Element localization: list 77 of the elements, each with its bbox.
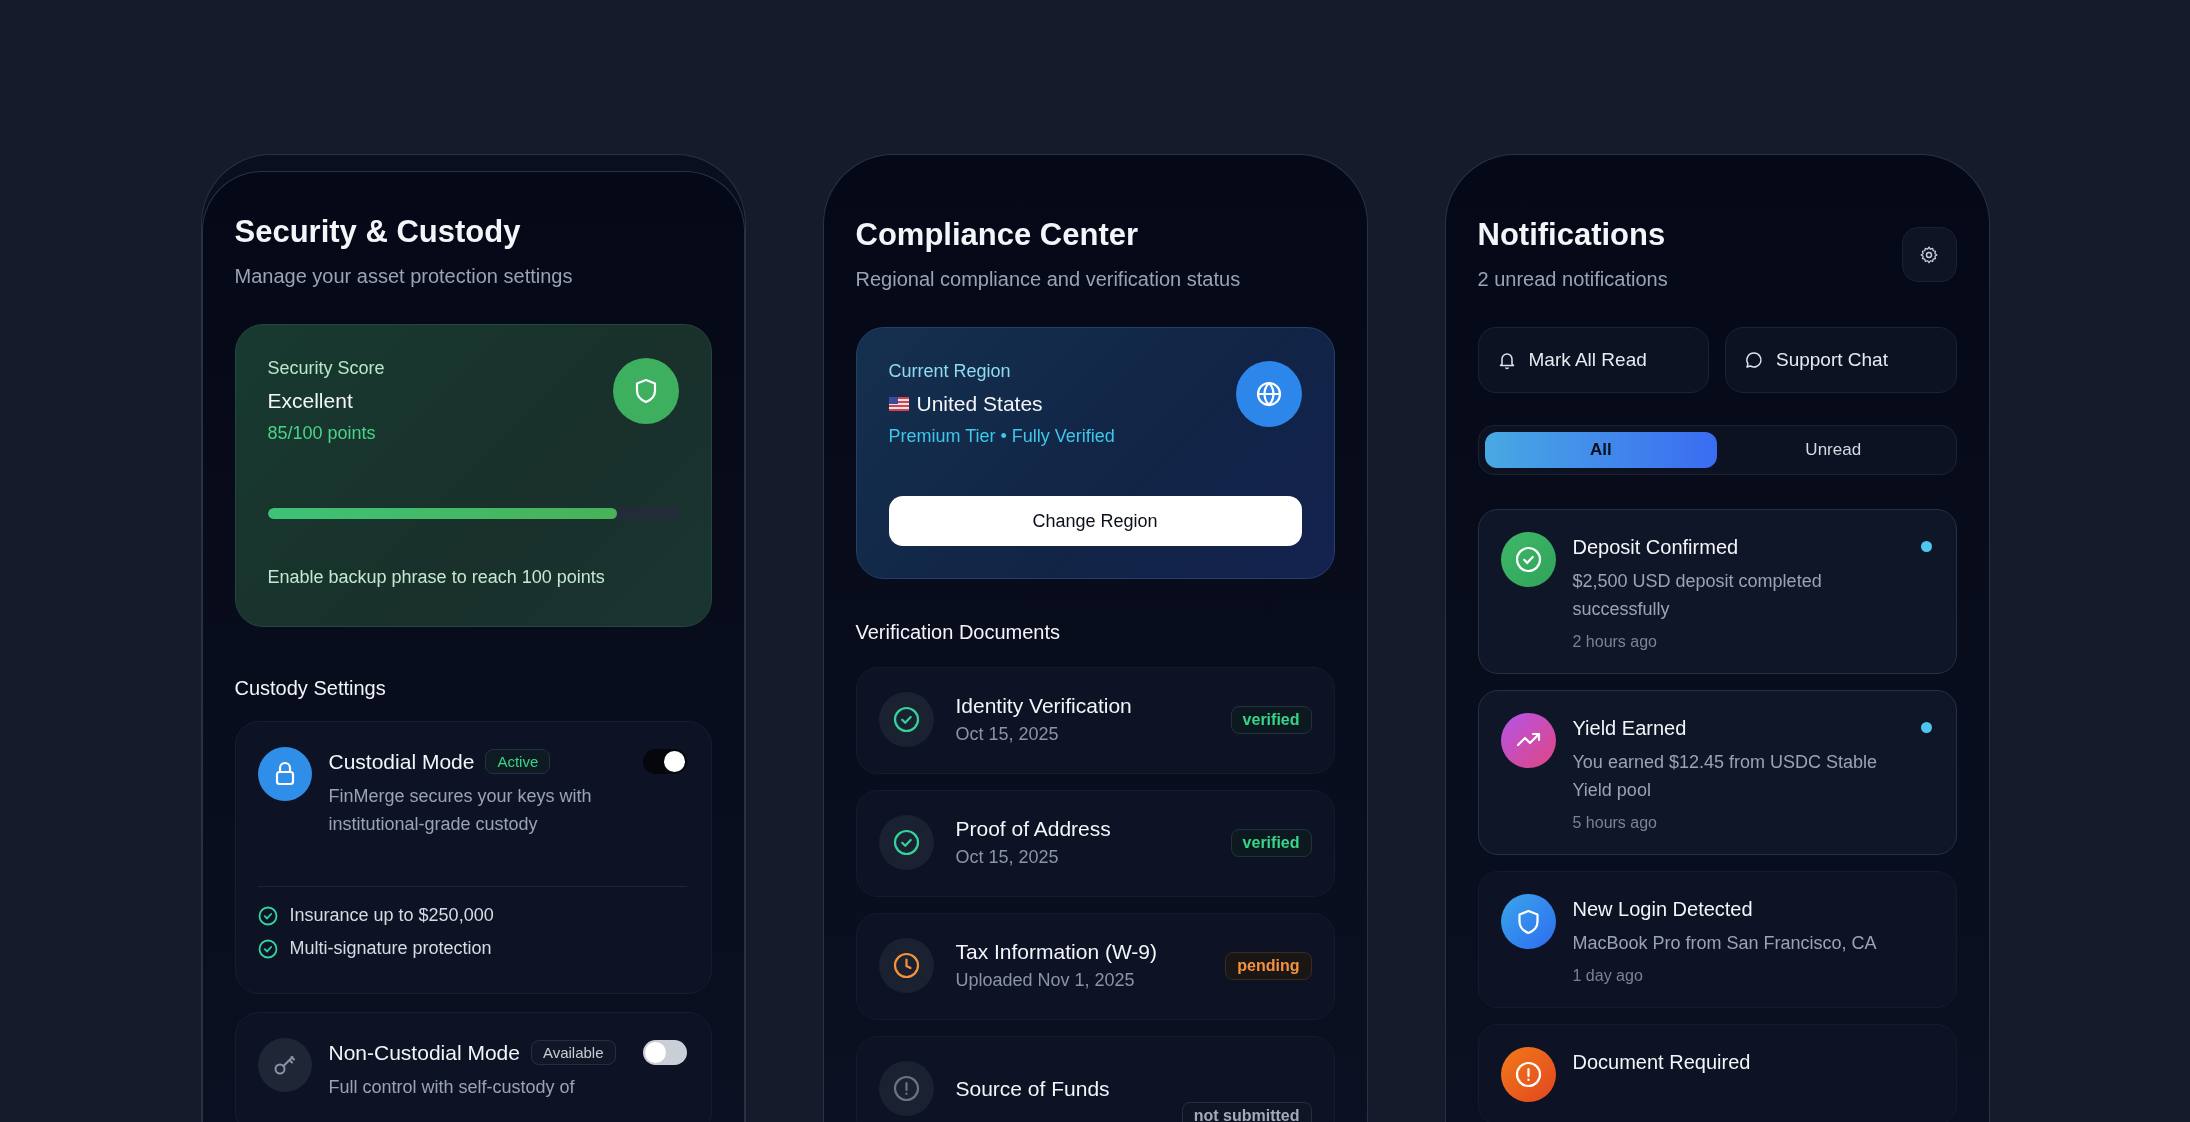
document-row[interactable]: Source of Funds not submitted (855, 1036, 1335, 1122)
toggle-switch[interactable] (642, 749, 687, 774)
chat-icon (1744, 350, 1764, 370)
shield-icon (1500, 894, 1556, 949)
document-row[interactable]: Proof of Address Oct 15, 2025 verified (855, 790, 1335, 897)
status-badge: Active (485, 749, 551, 774)
clock-icon (878, 938, 934, 993)
mode-description: Full control with self-custody of (328, 1076, 576, 1099)
change-region-button[interactable]: Change Region (888, 496, 1302, 546)
notification-title: Document Required (1572, 1051, 1752, 1074)
settings-icon (1919, 244, 1939, 265)
score-points: 85/100 points (267, 423, 377, 444)
panel-title: Security & Custody (234, 213, 522, 251)
panel-title: Notifications (1477, 216, 1667, 254)
document-date: Oct 15, 2025 (955, 724, 1060, 745)
status-badge: verified (1230, 705, 1312, 734)
status-badge: verified (1230, 828, 1312, 857)
document-row[interactable]: Tax Information (W-9) Uploaded Nov 1, 2025 pending (855, 913, 1335, 1020)
document-row[interactable]: Identity Verification Oct 15, 2025 verified (855, 667, 1335, 774)
check-circle-icon (257, 938, 278, 959)
section-heading: Custody Settings (234, 676, 387, 701)
notification-title: Yield Earned (1572, 717, 1688, 740)
document-name: Source of Funds (955, 1076, 1111, 1101)
document-name: Proof of Address (955, 817, 1112, 841)
flag-icon (888, 397, 909, 411)
check-circle-icon (1500, 532, 1556, 587)
section-heading: Verification Documents (855, 620, 1062, 645)
document-name: Tax Information (W-9) (955, 940, 1158, 964)
panel-subtitle: Manage your asset protection settings (234, 264, 574, 289)
notification-card[interactable]: Yield Earned You earned $12.45 from USDC Stable Yield pool 5 hours ago (1477, 690, 1957, 855)
check-circle-icon (878, 692, 934, 747)
notification-message: $2,500 USD deposit completed successfully (1572, 570, 1823, 621)
notification-card[interactable]: Document Required (1477, 1024, 1957, 1122)
notification-title: Deposit Confirmed (1572, 536, 1740, 559)
notification-title: New Login Detected (1572, 898, 1754, 921)
status-badge: not submitted (1181, 1102, 1312, 1122)
notification-message: MacBook Pro from San Francisco, CA (1572, 932, 1878, 955)
region-name: United States (916, 392, 1043, 416)
mode-name: Custodial Mode (328, 749, 475, 774)
feature-text: Insurance up to $250,000 (289, 905, 494, 926)
status-badge: pending (1225, 951, 1312, 980)
panel-subtitle: 2 unread notifications (1477, 267, 1668, 292)
key-icon (257, 1038, 312, 1092)
mode-name: Non-Custodial Mode (328, 1040, 520, 1065)
notification-time: 1 day ago (1572, 967, 1644, 985)
check-circle-icon (878, 815, 934, 870)
status-badge: Available (530, 1040, 616, 1065)
score-hint: Enable backup phrase to reach 100 points (267, 567, 606, 588)
alert-icon (1500, 1047, 1556, 1102)
mark-read-button[interactable]: Mark All Read (1477, 327, 1709, 393)
trend-up-icon (1500, 713, 1556, 768)
notification-time: 5 hours ago (1572, 814, 1658, 832)
score-rating: Excellent (267, 389, 354, 413)
settings-button[interactable] (1901, 227, 1957, 282)
shield-icon (612, 358, 679, 424)
region-status-text: Premium Tier • Fully Verified (888, 426, 1115, 447)
notification-card[interactable]: New Login Detected MacBook Pro from San Francisco, CA 1 day ago (1477, 871, 1957, 1008)
mode-description: FinMerge secures your keys with institutional-grade custody (328, 785, 593, 836)
panel-title: Compliance Center (855, 216, 1139, 254)
document-date: Uploaded Nov 1, 2025 (955, 970, 1136, 991)
lock-icon (257, 747, 312, 801)
support-chat-button[interactable]: Support Chat (1725, 327, 1957, 393)
notification-message: You earned $12.45 from USDC Stable Yield pool (1572, 751, 1879, 802)
filter-tab[interactable]: All (1484, 432, 1717, 468)
notification-card[interactable]: Deposit Confirmed $2,500 USD deposit completed successfully 2 hours ago (1477, 509, 1957, 674)
alert-icon (878, 1061, 934, 1116)
document-name: Identity Verification (955, 694, 1133, 718)
check-circle-icon (257, 905, 278, 926)
feature-text: Multi-signature protection (289, 938, 492, 959)
filter-tab[interactable]: Unread (1717, 432, 1950, 468)
panel-subtitle: Regional compliance and verification status (855, 267, 1242, 292)
globe-icon (1235, 361, 1302, 427)
document-date: Oct 15, 2025 (955, 847, 1060, 868)
region-label: Current Region (888, 361, 1012, 382)
notification-time: 2 hours ago (1572, 633, 1658, 651)
score-label: Security Score (267, 358, 385, 379)
toggle-switch[interactable] (642, 1040, 687, 1065)
